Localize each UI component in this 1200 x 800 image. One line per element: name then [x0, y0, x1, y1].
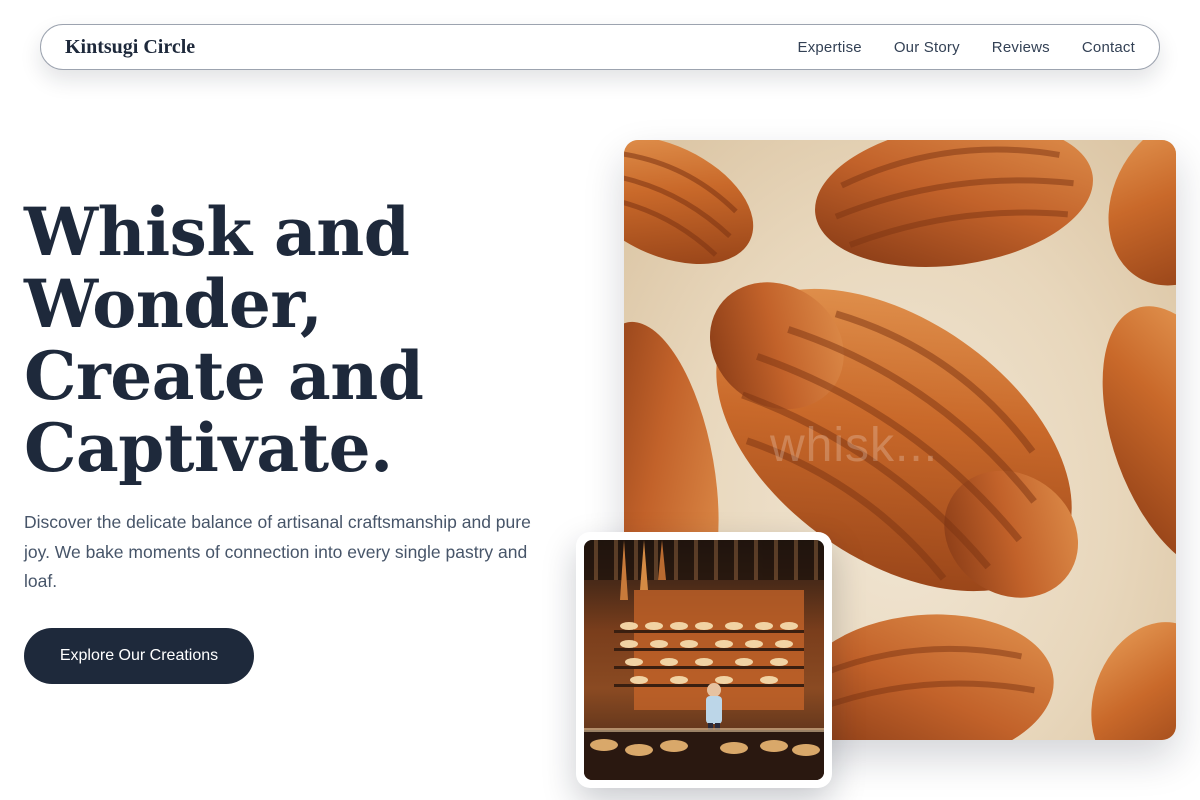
- bakery-interior-photo: [584, 540, 824, 780]
- nav-link-contact[interactable]: Contact: [1082, 39, 1135, 56]
- nav-link-expertise[interactable]: Expertise: [797, 39, 861, 56]
- nav-links: Expertise Our Story Reviews Contact: [797, 39, 1135, 56]
- nav-link-our-story[interactable]: Our Story: [894, 39, 960, 56]
- brand-logo[interactable]: Kintsugi Circle: [65, 36, 195, 59]
- hero-title-line: Create and: [24, 337, 424, 415]
- hero-title-line: Wonder,: [24, 265, 323, 343]
- hero-title-line: Whisk and: [24, 193, 410, 271]
- hero-description: Discover the delicate balance of artisan…: [24, 512, 531, 591]
- explore-creations-button[interactable]: Explore Our Creations: [24, 628, 254, 684]
- croissant: [1091, 622, 1176, 740]
- croissant: [1108, 140, 1176, 286]
- display-counter: [584, 730, 824, 780]
- hero-title: Whisk and Wonder, Create and Captivate.: [24, 196, 584, 484]
- ceiling-slats: [584, 540, 824, 580]
- croissant: [815, 140, 1093, 268]
- hero-title-line: Captivate.: [24, 409, 393, 487]
- top-navbar: Kintsugi Circle Expertise Our Story Revi…: [40, 24, 1160, 70]
- croissant: [624, 140, 754, 265]
- bakery-interior-photo-card: [576, 532, 832, 788]
- croissant: [1102, 306, 1176, 574]
- bakery-illustration: [584, 540, 824, 780]
- nav-link-reviews[interactable]: Reviews: [992, 39, 1050, 56]
- photo-watermark: whisk...: [770, 419, 939, 472]
